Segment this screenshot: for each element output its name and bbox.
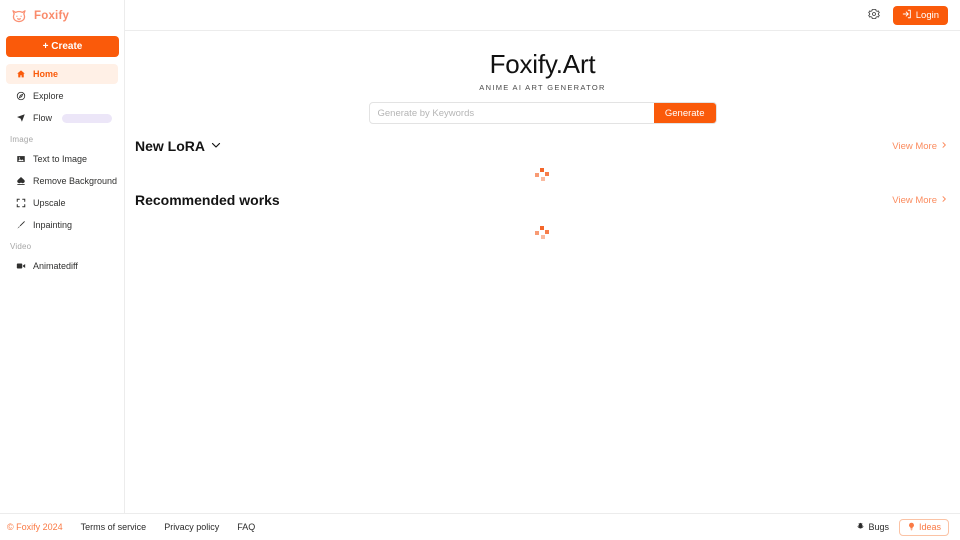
fox-head-icon [10,7,28,25]
view-more-label: View More [892,194,937,206]
view-more-label: View More [892,140,937,152]
compass-icon [16,91,26,101]
content-area: Foxify.Art ANIME AI ART GENERATOR Genera… [125,31,960,513]
sidebar-item-animatediff[interactable]: Animatediff [6,256,118,276]
search-input[interactable] [369,103,654,124]
footer-link-terms[interactable]: Terms of service [81,522,147,532]
footer-right: Bugs Ideas [856,518,949,536]
flow-badge-skeleton [62,113,113,123]
ideas-label: Ideas [918,522,941,532]
footer: © Foxify 2024 Terms of service Privacy p… [0,513,960,540]
section-body-new-lora [135,162,948,188]
topbar: Login [125,0,960,31]
sidebar-nav: + Create Home Explore Flow Image Text to… [0,31,124,278]
chevron-down-icon [210,138,222,154]
login-button[interactable]: Login [892,5,948,25]
image-icon [16,154,26,164]
section-body-recommended-works [135,216,948,250]
sidebar-item-label: Flow [33,113,53,123]
bug-icon [856,522,865,533]
section-title-new-lora[interactable]: New LoRA [135,138,222,154]
section-new-lora: New LoRA View More [125,138,960,188]
chevron-right-icon [940,141,948,152]
sidebar-item-upscale[interactable]: Upscale [6,193,118,213]
brand[interactable]: Foxify [0,0,124,31]
sidebar-item-label: Remove Background [33,176,118,186]
app-root: Foxify + Create Home Explore Flow Image … [0,0,960,540]
loading-spinner [534,226,549,240]
sidebar-group-label-image: Image [10,135,34,144]
footer-link-privacy[interactable]: Privacy policy [164,522,219,532]
page-subtitle: ANIME AI ART GENERATOR [479,83,606,93]
gear-icon [867,8,880,23]
sidebar-item-home[interactable]: Home [6,64,118,84]
sidebar-group-label-video: Video [10,242,32,251]
login-label: Login [915,9,939,21]
section-title-label: New LoRA [135,138,205,155]
sidebar-item-label: Explore [33,91,64,101]
sidebar-item-explore[interactable]: Explore [6,86,118,106]
sidebar-item-label: Inpainting [33,220,73,230]
loading-spinner [534,168,549,182]
section-recommended-works: Recommended works View More [125,192,960,250]
ideas-button[interactable]: Ideas [898,518,949,536]
search-bar: Generate [368,102,717,125]
brush-icon [16,220,26,230]
section-header: New LoRA View More [135,138,948,154]
flow-icon [16,113,26,123]
sidebar: Foxify + Create Home Explore Flow Image … [0,0,125,513]
sidebar-item-inpainting[interactable]: Inpainting [6,215,118,235]
sidebar-item-label: Animatediff [33,261,78,271]
main: Login Foxify.Art ANIME AI ART GENERATOR … [125,0,960,513]
bugs-button[interactable]: Bugs [856,522,889,533]
page-title: Foxify.Art [489,49,596,79]
brand-name: Foxify [34,9,70,22]
sidebar-item-label: Text to Image [33,154,88,164]
settings-button[interactable] [866,7,882,23]
section-header: Recommended works View More [135,192,948,208]
sidebar-item-remove-background[interactable]: Remove Background [6,171,118,191]
sidebar-item-flow[interactable]: Flow [6,108,118,128]
create-button[interactable]: + Create [6,36,119,57]
video-icon [16,261,26,271]
footer-left: © Foxify 2024 Terms of service Privacy p… [7,522,255,532]
section-title-label: Recommended works [135,192,280,209]
chevron-right-icon [940,195,948,206]
sidebar-item-label: Upscale [33,198,66,208]
hero: Foxify.Art ANIME AI ART GENERATOR [125,31,960,92]
generate-button[interactable]: Generate [653,103,716,124]
footer-link-faq[interactable]: FAQ [237,522,255,532]
sidebar-item-label: Home [33,69,59,79]
lightbulb-icon [907,522,916,533]
expand-icon [16,198,26,208]
login-icon [902,9,912,22]
sidebar-item-text-to-image[interactable]: Text to Image [6,149,118,169]
home-icon [16,69,26,79]
view-more-new-lora[interactable]: View More [892,141,948,152]
body-row: Foxify + Create Home Explore Flow Image … [0,0,960,513]
section-title-recommended-works: Recommended works [135,192,280,208]
eraser-icon [16,176,26,186]
view-more-recommended-works[interactable]: View More [892,195,948,206]
copyright: © Foxify 2024 [7,522,63,532]
bugs-label: Bugs [868,522,889,532]
